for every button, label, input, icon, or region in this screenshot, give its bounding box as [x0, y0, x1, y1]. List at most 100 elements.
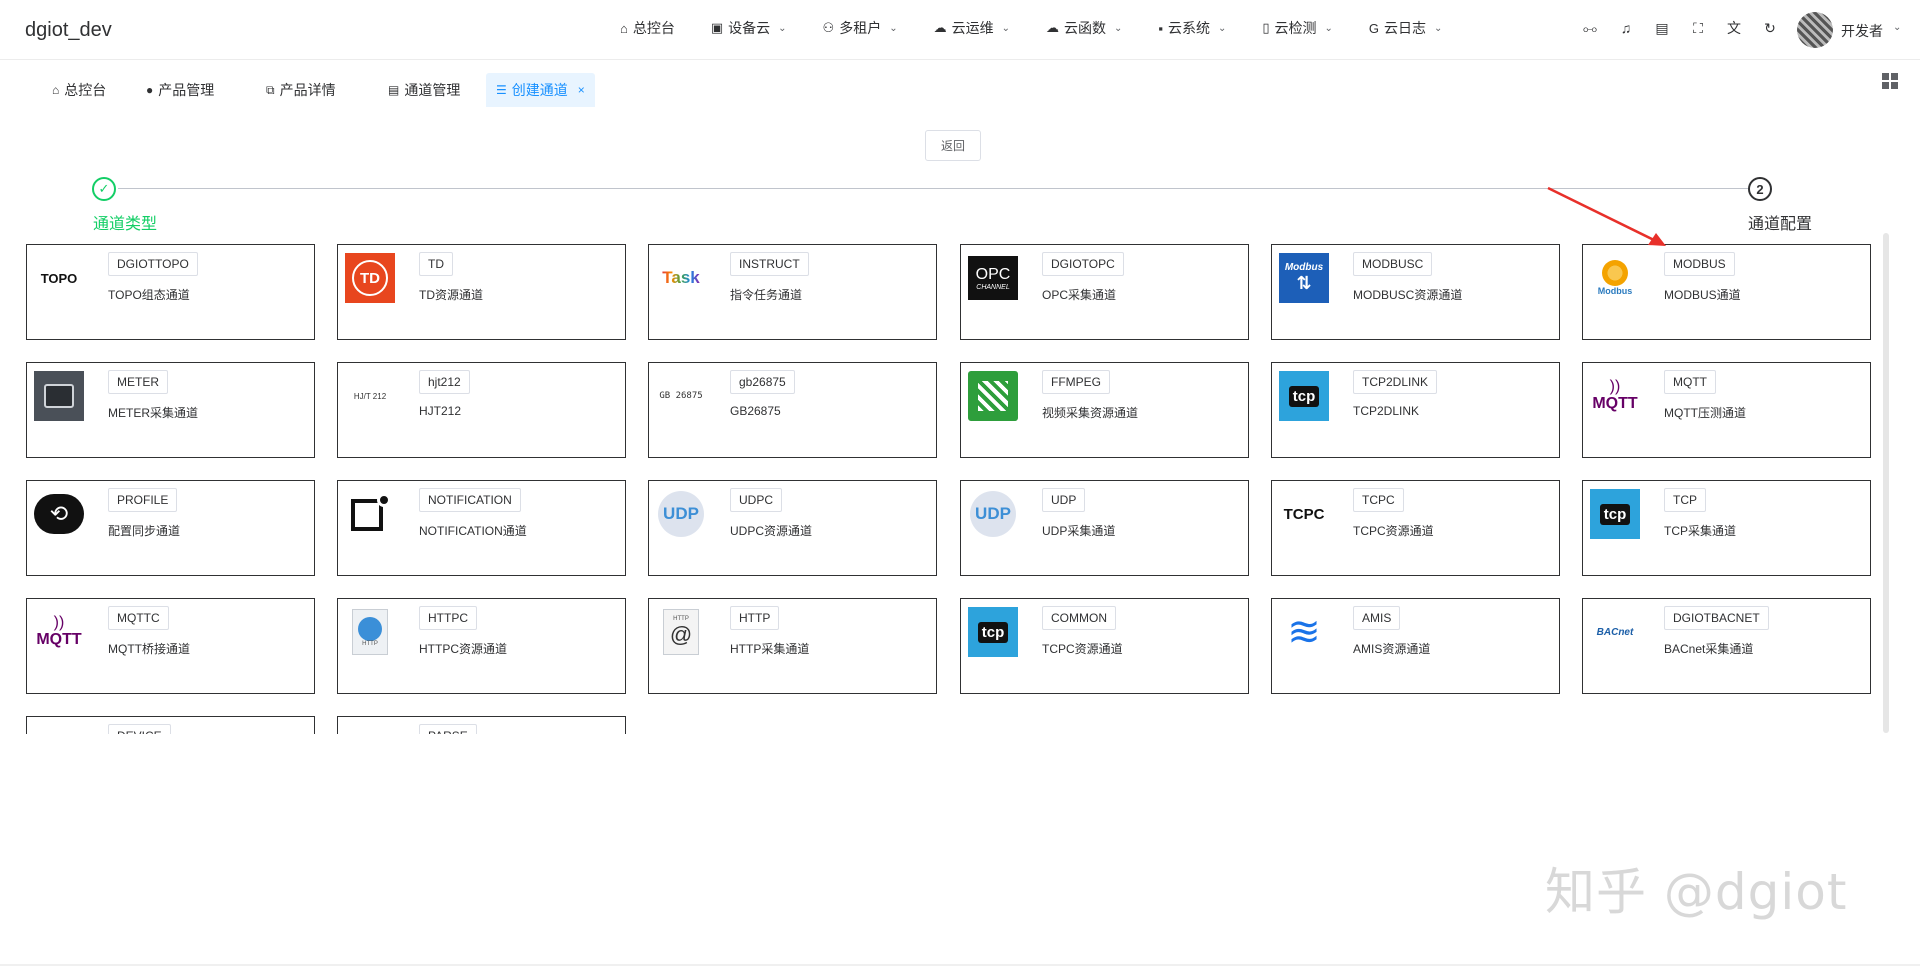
- channel-type-tag: MODBUS: [1664, 252, 1735, 276]
- channel-card-mqttc[interactable]: )) MQTT MQTTC MQTT桥接通道: [26, 598, 315, 694]
- scrollbar[interactable]: [1883, 233, 1889, 733]
- channel-card-hjt212[interactable]: HJ/T 212 hjt212 HJT212: [337, 362, 626, 458]
- home-icon: ⌂: [52, 83, 60, 97]
- channel-description: TCP采集通道: [1664, 524, 1737, 538]
- logo-text: HJ/T 212: [353, 391, 387, 401]
- document-icon[interactable]: ▤: [1652, 20, 1672, 37]
- nav-item-6[interactable]: ▯ 云检测 ⌄: [1262, 18, 1333, 38]
- nav-item-label: 云日志: [1384, 20, 1427, 36]
- task-logo: Task: [656, 253, 706, 303]
- bacnet-logo: BACnet: [1590, 607, 1640, 657]
- avatar[interactable]: [1797, 12, 1833, 48]
- logo-text: TOPO: [40, 270, 78, 286]
- channel-type-tag: NOTIFICATION: [419, 488, 521, 512]
- channel-card-tcp[interactable]: tcp TCP TCP采集通道: [1582, 480, 1871, 576]
- tag-label: 总控台: [64, 82, 107, 98]
- chevron-down-icon: ⌄: [1217, 22, 1227, 34]
- channel-card-modbus[interactable]: Modbus MODBUS MODBUS通道: [1582, 244, 1871, 340]
- logo-text: tcp: [1288, 385, 1320, 407]
- back-button[interactable]: 返回: [925, 130, 981, 161]
- main-menu: ⌂ 总控台 ▣ 设备云 ⌄ ⚇ 多租户 ⌄ ☁ 云运维 ⌄ ☁ 云函数 ⌄ ▪ 云系统 ⌄ ▯ 云检测 ⌄ G 云日志 ⌄: [620, 18, 1478, 38]
- nav-item-7[interactable]: G 云日志 ⌄: [1369, 18, 1443, 38]
- tag-2[interactable]: ⧉ 产品详情: [256, 73, 346, 107]
- channel-card-amis[interactable]: ≋ AMIS AMIS资源通道: [1271, 598, 1560, 694]
- nav-item-0[interactable]: ⌂ 总控台: [620, 18, 675, 38]
- meter-logo: [34, 371, 84, 421]
- tag-1[interactable]: ● 产品管理: [136, 73, 224, 107]
- nav-item-label: 云函数: [1063, 20, 1106, 36]
- channel-card-notification[interactable]: NOTIFICATION NOTIFICATION通道: [337, 480, 626, 576]
- chevron-down-icon[interactable]: ⌄: [1893, 22, 1901, 33]
- logo-text: Modbus: [1284, 262, 1324, 273]
- nav-item-5[interactable]: ▪ 云系统 ⌄: [1158, 18, 1226, 38]
- grid-icon[interactable]: [1882, 73, 1898, 89]
- channel-card-http[interactable]: HTTP @ HTTP HTTP采集通道: [648, 598, 937, 694]
- nav-item-4[interactable]: ☁ 云函数 ⌄: [1046, 18, 1122, 38]
- home-icon: ⌂: [620, 20, 628, 36]
- bell-icon[interactable]: ♫: [1616, 20, 1636, 36]
- channel-card-gb26875[interactable]: GB 26875 gb26875 GB26875: [648, 362, 937, 458]
- channel-card-profile[interactable]: ⟲ PROFILE 配置同步通道: [26, 480, 315, 576]
- channel-description: TCPC资源通道: [1042, 642, 1123, 656]
- device-logo: [34, 725, 84, 734]
- modbus-blue-logo: Modbus ⇅: [1279, 253, 1329, 303]
- channel-card-mqtt[interactable]: )) MQTT MQTT MQTT压测通道: [1582, 362, 1871, 458]
- gb26875-logo: GB 26875: [656, 371, 706, 421]
- tag-3[interactable]: ▤ 通道管理: [378, 73, 470, 107]
- channel-type-tag: HTTP: [730, 606, 780, 630]
- tag-label: 产品管理: [158, 82, 215, 98]
- channel-type-tag: FFMPEG: [1042, 370, 1110, 394]
- channel-card-dgiotopc[interactable]: OPC CHANNEL DGIOTOPC OPC采集通道: [960, 244, 1249, 340]
- logo-text: MQTT: [1592, 395, 1638, 412]
- logo-text: tcp: [1599, 503, 1631, 525]
- user-name[interactable]: 开发者: [1841, 21, 1883, 41]
- tcp-logo: tcp: [1279, 371, 1329, 421]
- channel-description: MODBUSC资源通道: [1353, 288, 1463, 302]
- device-icon: ▣: [710, 20, 724, 35]
- step-number-2: 2: [1748, 177, 1772, 201]
- channel-description: HTTPC资源通道: [419, 642, 507, 656]
- channel-card-instruct[interactable]: Task INSTRUCT 指令任务通道: [648, 244, 937, 340]
- close-icon[interactable]: ×: [578, 83, 585, 97]
- channel-description: TD资源通道: [419, 288, 483, 302]
- channel-card-dgiottopo[interactable]: TOPO DGIOTTOPO TOPO组态通道: [26, 244, 315, 340]
- tag-0[interactable]: ⌂ 总控台: [42, 73, 116, 107]
- channel-card-td[interactable]: TD TD TD资源通道: [337, 244, 626, 340]
- channel-card-tcp2dlink[interactable]: tcp TCP2DLINK TCP2DLINK: [1271, 362, 1560, 458]
- logo-text: OPC: [975, 265, 1011, 283]
- channel-type-tag: METER: [108, 370, 168, 394]
- app-title[interactable]: dgiot_dev: [25, 19, 112, 42]
- refresh-icon[interactable]: ↻: [1760, 20, 1780, 37]
- channel-card-httpc[interactable]: HTTP HTTPC HTTPC资源通道: [337, 598, 626, 694]
- detect-icon: ▯: [1262, 20, 1270, 35]
- translate-icon[interactable]: 文: [1724, 18, 1744, 38]
- opc-logo: OPC CHANNEL: [968, 253, 1018, 303]
- channel-card-tcpc[interactable]: TCPC TCPC TCPC资源通道: [1271, 480, 1560, 576]
- http-globe-logo: HTTP: [345, 607, 395, 657]
- channel-card-udp[interactable]: UDP UDP UDP采集通道: [960, 480, 1249, 576]
- channel-type-tag: TCP2DLINK: [1353, 370, 1438, 394]
- chevron-down-icon: ⌄: [778, 22, 787, 34]
- channel-card-dgiotbacnet[interactable]: BACnet DGIOTBACNET BACnet采集通道: [1582, 598, 1871, 694]
- users-icon: ⚇: [822, 20, 835, 35]
- system-icon: ▪: [1158, 20, 1163, 36]
- nav-item-1[interactable]: ▣ 设备云 ⌄: [711, 18, 787, 38]
- channel-card-modbusc[interactable]: Modbus ⇅ MODBUSC MODBUSC资源通道: [1271, 244, 1560, 340]
- channel-card-parse[interactable]: PARSE: [337, 716, 626, 734]
- channel-type-tag: gb26875: [730, 370, 795, 394]
- tag-4[interactable]: ☰ 创建通道 ×: [486, 73, 595, 107]
- nav-item-label: 云系统: [1167, 20, 1210, 36]
- channel-card-device[interactable]: DEVICE: [26, 716, 315, 734]
- channel-card-udpc[interactable]: UDP UDPC UDPC资源通道: [648, 480, 937, 576]
- channel-card-meter[interactable]: METER METER采集通道: [26, 362, 315, 458]
- nav-item-2[interactable]: ⚇ 多租户 ⌄: [823, 18, 898, 38]
- nav-item-3[interactable]: ☁ 云运维 ⌄: [934, 18, 1010, 38]
- channel-card-ffmpeg[interactable]: FFMPEG 视频采集资源通道: [960, 362, 1249, 458]
- tree-icon[interactable]: ⧟: [1580, 20, 1600, 37]
- logo-text: TD: [352, 260, 388, 296]
- channel-type-tag: MODBUSC: [1353, 252, 1433, 276]
- channel-card-common[interactable]: tcp COMMON TCPC资源通道: [960, 598, 1249, 694]
- logo-text: Task: [662, 268, 700, 287]
- fullscreen-icon[interactable]: ⛶: [1688, 20, 1708, 37]
- channel-type-tag: AMIS: [1353, 606, 1401, 630]
